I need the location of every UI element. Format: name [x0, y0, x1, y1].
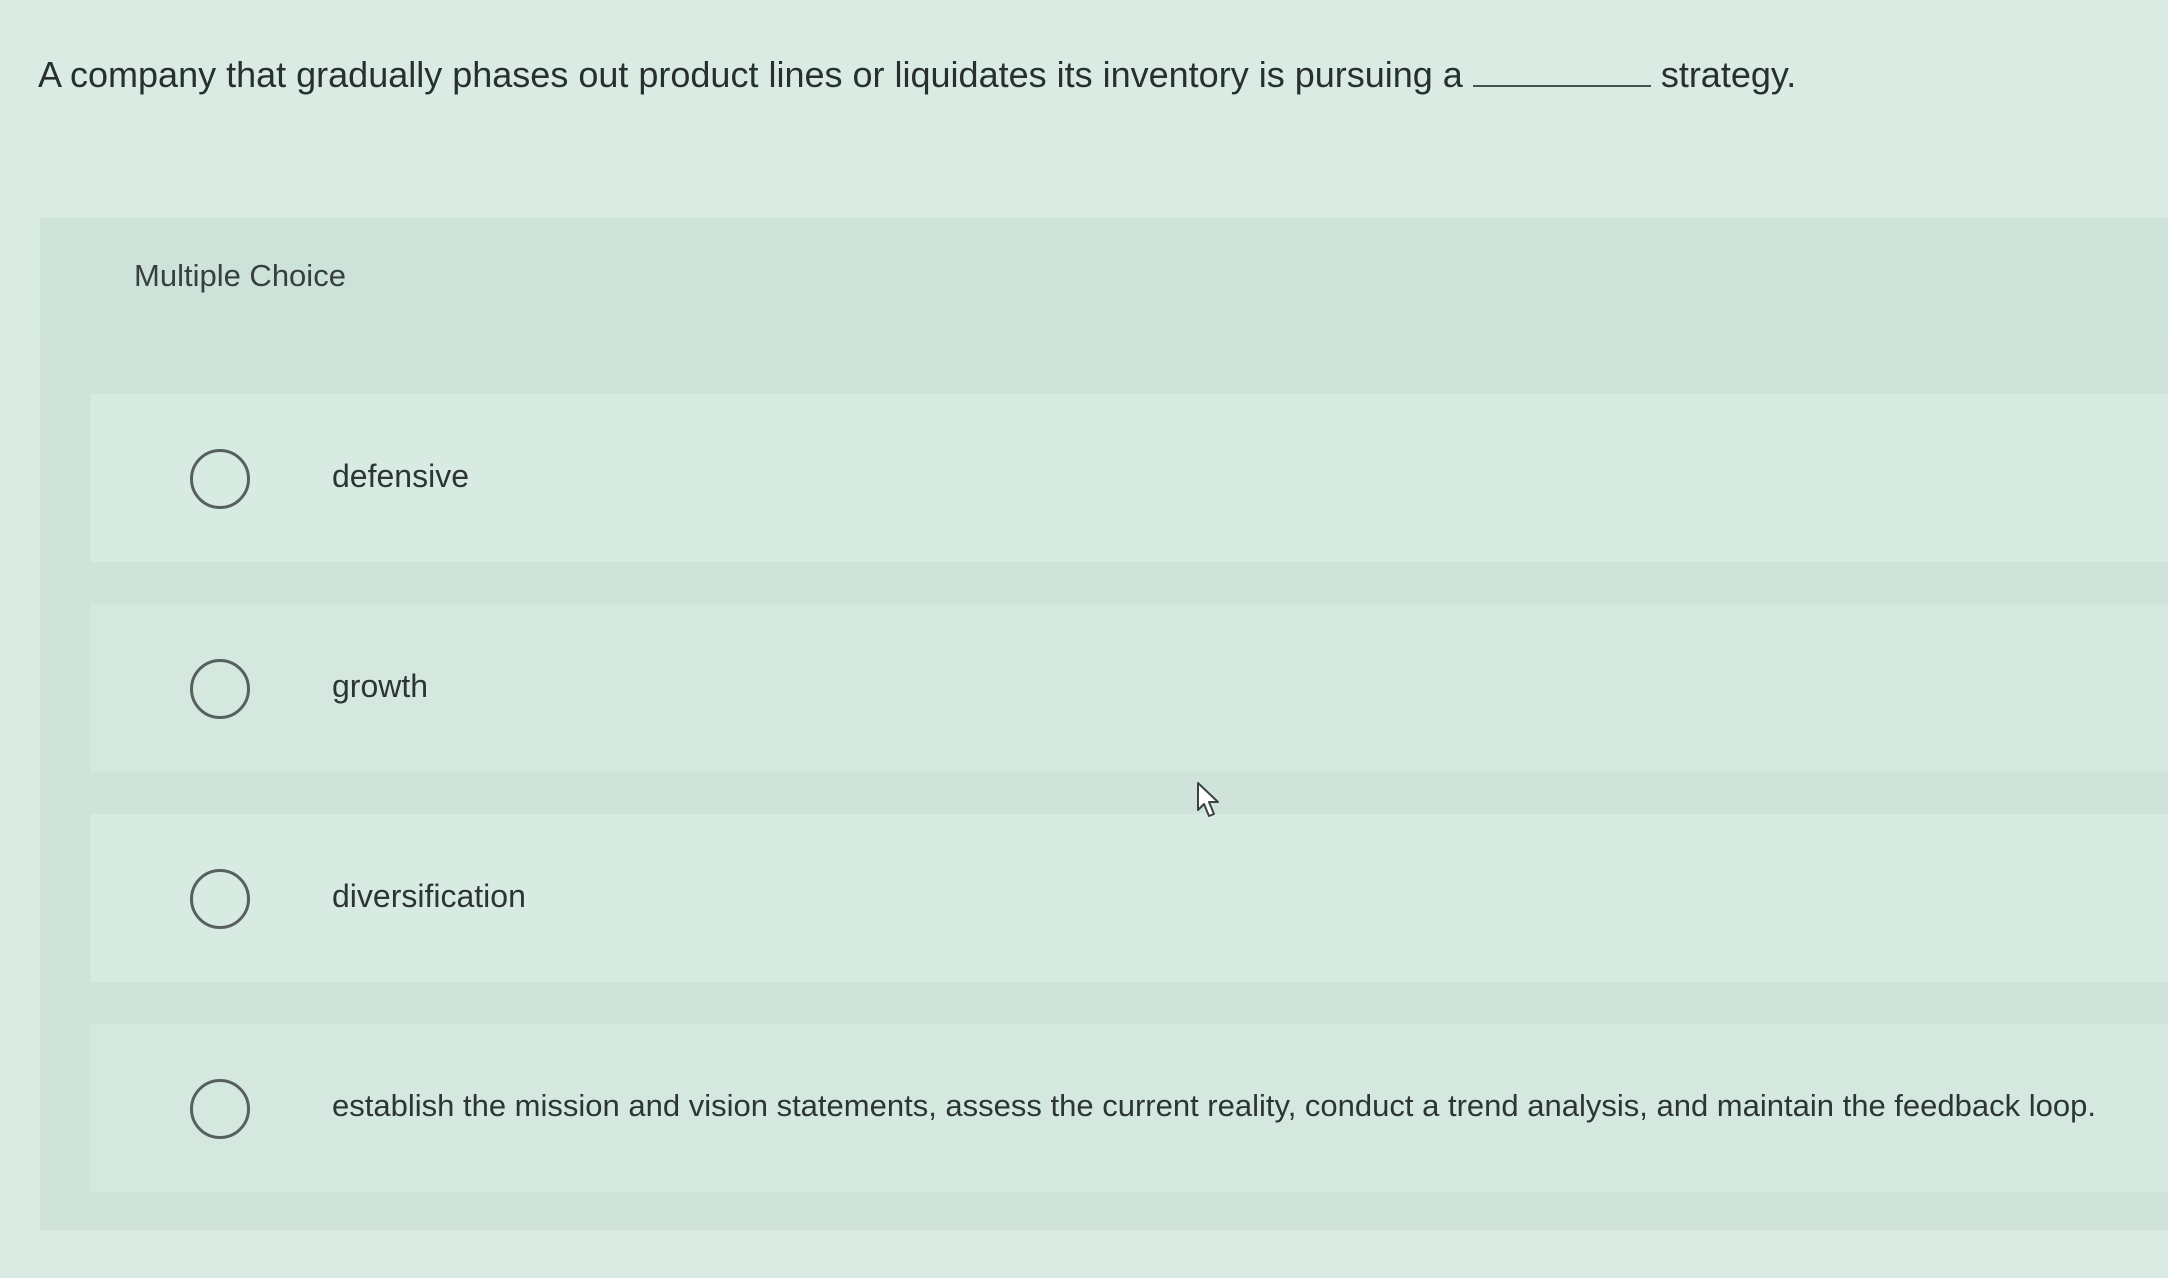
- multiple-choice-title: Multiple Choice: [134, 258, 346, 293]
- choice-diversification[interactable]: diversification: [90, 814, 2168, 982]
- question-before-blank: A company that gradually phases out prod…: [38, 54, 1463, 95]
- panel-header: Multiple Choice: [40, 218, 2168, 336]
- radio-circle-icon[interactable]: [190, 449, 250, 509]
- choice-establish-mission[interactable]: establish the mission and vision stateme…: [90, 1024, 2168, 1192]
- answer-blank: [1472, 53, 1651, 87]
- choice-growth[interactable]: growth: [90, 604, 2168, 772]
- radio-circle-icon[interactable]: [190, 1079, 250, 1139]
- choice-defensive[interactable]: defensive: [90, 394, 2168, 562]
- multiple-choice-panel: Multiple Choice defensive growth diversi…: [40, 218, 2168, 1230]
- choice-label: diversification: [332, 878, 526, 914]
- radio-circle-icon[interactable]: [190, 659, 250, 719]
- radio-circle-icon[interactable]: [190, 869, 250, 929]
- arrow-cursor-icon: [1197, 782, 1219, 817]
- choice-label: establish the mission and vision stateme…: [332, 1088, 2096, 1123]
- choice-label: growth: [332, 668, 429, 704]
- question-after-blank: strategy.: [1660, 54, 1797, 95]
- question-text: A company that gradually phases out prod…: [38, 48, 1796, 102]
- choice-label: defensive: [332, 458, 469, 494]
